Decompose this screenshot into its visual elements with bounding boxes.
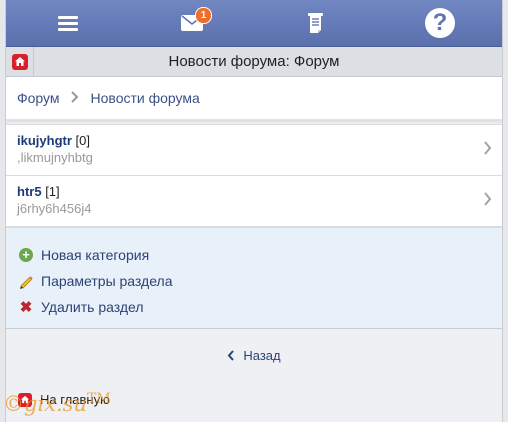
notes-button[interactable] <box>254 0 378 46</box>
section-actions: + Новая категория Параметры раздела ✖ Уд… <box>6 227 502 329</box>
home-icon <box>11 53 28 70</box>
back-label: Назад <box>243 347 281 363</box>
chevron-left-icon <box>228 349 235 361</box>
title-bar: Новости форума: Форум <box>6 47 502 77</box>
mail-icon: 1 <box>181 7 212 31</box>
home-link-label: На главную <box>40 392 110 407</box>
topic-subtitle: ,likmujnyhbtg <box>17 150 93 165</box>
back-button[interactable]: Назад <box>6 329 502 381</box>
mail-badge: 1 <box>195 7 212 24</box>
new-category-button[interactable]: + Новая категория <box>18 242 502 268</box>
delete-section-label: Удалить раздел <box>41 299 144 315</box>
plus-circle-icon: + <box>18 247 34 263</box>
new-category-label: Новая категория <box>41 247 150 263</box>
menu-button[interactable] <box>6 0 130 46</box>
list-item[interactable]: ikujyhgtr [0] ,likmujnyhbtg <box>6 124 502 176</box>
pencil-icon <box>18 273 34 289</box>
delete-x-icon: ✖ <box>19 299 33 316</box>
hamburger-icon <box>58 13 78 34</box>
list-item[interactable]: htr5 [1] j6rhy6h456j4 <box>6 175 502 227</box>
question-icon: ? <box>425 8 455 38</box>
home-icon <box>18 392 32 407</box>
home-link[interactable]: На главную <box>18 392 110 407</box>
topic-count: [1] <box>45 184 60 199</box>
page-title: Новости форума: Форум <box>168 53 340 70</box>
topic-name: ikujyhgtr <box>17 133 72 148</box>
topic-list: ikujyhgtr [0] ,likmujnyhbtg htr5 [1] j6r… <box>6 124 502 227</box>
breadcrumb-forum[interactable]: Форум <box>17 90 60 106</box>
breadcrumb-forum-news[interactable]: Новости форума <box>91 90 200 106</box>
messages-button[interactable]: 1 <box>130 0 254 46</box>
topic-subtitle: j6rhy6h456j4 <box>17 201 92 216</box>
notepad-icon <box>308 13 323 33</box>
chevron-right-icon <box>484 192 492 206</box>
help-button[interactable]: ? <box>378 0 502 46</box>
app-frame: 1 ? Новости форума: Форум Форум Новости … <box>5 0 503 422</box>
section-settings-label: Параметры раздела <box>41 273 173 289</box>
chevron-right-icon <box>484 141 492 155</box>
topic-count: [0] <box>75 133 90 148</box>
section-settings-button[interactable]: Параметры раздела <box>18 268 502 294</box>
home-button[interactable] <box>6 47 34 76</box>
topic-name: htr5 <box>17 184 42 199</box>
top-toolbar: 1 ? <box>6 0 502 47</box>
breadcrumb: Форум Новости форума <box>6 77 502 120</box>
chevron-right-icon <box>70 90 79 106</box>
delete-section-button[interactable]: ✖ Удалить раздел <box>18 294 502 320</box>
